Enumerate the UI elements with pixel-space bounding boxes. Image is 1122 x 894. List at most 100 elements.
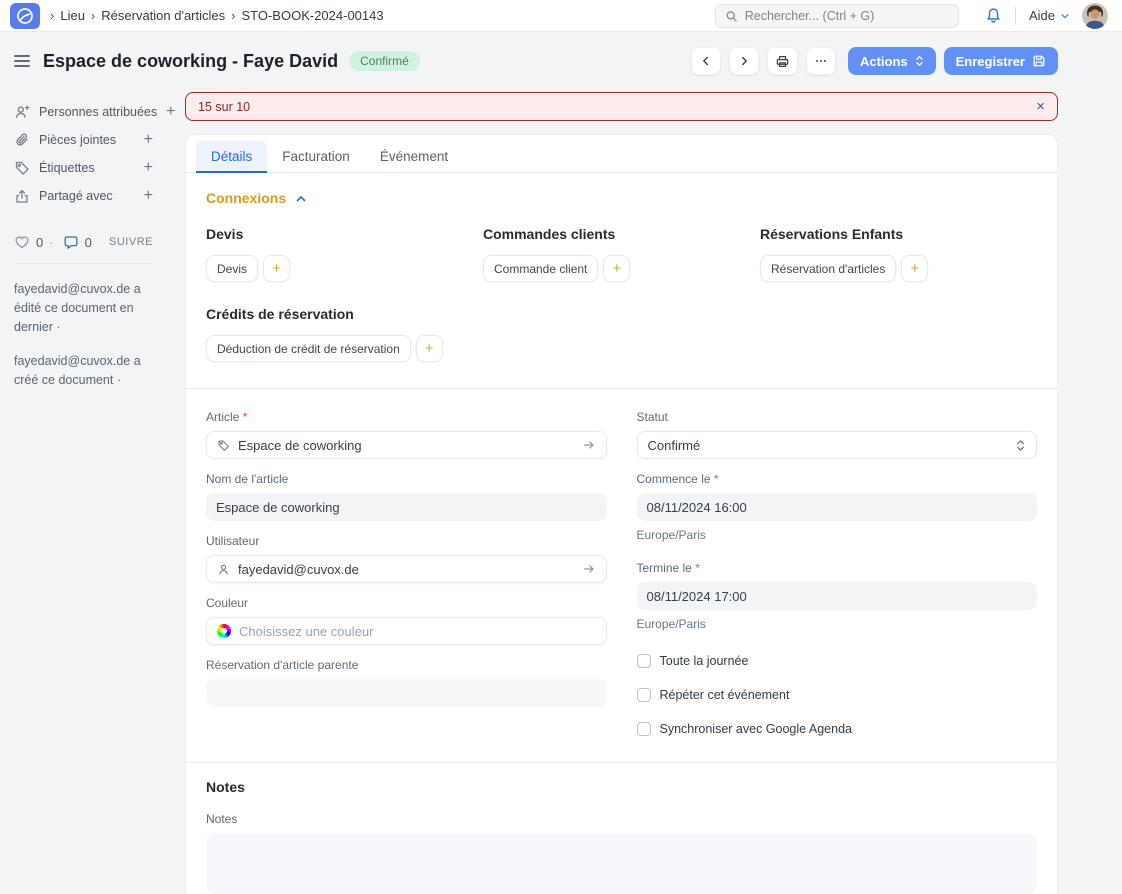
bell-icon [985,7,1002,24]
top-navbar: › Lieu › Réservation d'articles › STO-BO… [0,0,1122,32]
search-input[interactable] [745,9,949,23]
add-assignment-button[interactable]: + [166,104,175,120]
add-commande-client-button[interactable]: + [603,255,630,282]
user-link-input[interactable]: fayedavid@cuvox.de [206,555,607,583]
help-menu-button[interactable]: Aide [1029,8,1070,23]
add-reservation-articles-button[interactable]: + [901,255,928,282]
sidebar-item-label: Pièces jointes [39,133,116,147]
avatar-photo [1082,3,1108,29]
open-credit-deduction-button[interactable]: Déduction de crédit de réservation [206,335,411,362]
sidebar-item-attachments: Pièces jointes + [14,126,153,154]
save-button[interactable]: Enregistrer [944,47,1058,75]
tab-bar: Détails Facturation Événement [186,135,1057,173]
tab-details[interactable]: Détails [196,141,267,172]
printer-icon [775,54,790,69]
ends-on-input[interactable]: 08/11/2024 17:00 [637,582,1038,610]
field-user: Utilisateur fayedavid@cuvox.de [206,534,607,583]
color-picker-input[interactable]: Choisissez une couleur [206,617,607,645]
notes-textarea[interactable] [206,834,1037,894]
follow-button[interactable]: SUIVRE [109,236,153,248]
notifications-bell-button[interactable] [985,7,1002,24]
breadcrumb-item-doctype[interactable]: Réservation d'articles [101,8,225,23]
print-button[interactable] [767,47,798,75]
sync-google-checkbox[interactable] [637,722,651,736]
save-button-label: Enregistrer [956,54,1025,69]
starts-on-input[interactable]: 08/11/2024 16:00 [637,493,1038,521]
field-label-item-name: Nom de l'article [206,472,607,486]
notes-section-title: Notes [206,779,1037,795]
form-left-column: Article * Espace de coworking [206,397,607,736]
validation-alert: 15 sur 10 × [185,92,1058,121]
breadcrumb-item-docname[interactable]: STO-BOOK-2024-00143 [241,8,383,23]
add-devis-button[interactable]: + [263,255,290,282]
section-divider [186,762,1057,763]
field-color: Couleur Choisissez une couleur [206,596,607,645]
status-select[interactable]: Confirmé [637,431,1038,459]
add-attachment-button[interactable]: + [144,132,153,148]
actions-button[interactable]: Actions [848,47,936,75]
ellipsis-icon [814,54,828,68]
all-day-label: Toute la journée [660,654,749,668]
user-value: fayedavid@cuvox.de [238,562,359,577]
field-article: Article * Espace de coworking [206,410,607,459]
select-stepper-icon [915,55,924,67]
open-reservation-articles-button[interactable]: Réservation d'articles [760,255,896,282]
arrow-right-icon[interactable] [582,438,596,452]
sidebar-item-label: Partagé avec [39,189,113,203]
item-name-input[interactable]: Espace de coworking [206,493,607,521]
user-avatar[interactable] [1082,3,1108,29]
help-label: Aide [1029,8,1055,23]
add-credit-deduction-button[interactable]: + [416,335,443,362]
next-document-button[interactable] [729,47,759,75]
last-modified-text: fayedavid@cuvox.de a édité ce document e… [14,280,153,336]
connection-group-title: Commandes clients [483,226,760,242]
field-item-name: Nom de l'article Espace de coworking [206,472,607,521]
starts-on-value: 08/11/2024 16:00 [647,500,747,515]
sidebar: Personnes attribuées + Pièces jointes + … [0,90,185,894]
arrow-right-icon[interactable] [582,562,596,576]
open-commande-client-button[interactable]: Commande client [483,255,598,282]
checkbox-all-day: Toute la journée [637,654,1038,668]
color-wheel-icon [217,624,231,638]
sidebar-item-label: Étiquettes [39,161,95,175]
prev-document-button[interactable] [691,47,721,75]
sidebar-item-assigned: Personnes attribuées + [14,98,153,126]
comment-icon[interactable] [63,234,79,250]
actions-button-label: Actions [860,54,908,69]
navbar-divider [1015,7,1016,25]
article-value: Espace de coworking [238,438,362,453]
breadcrumb-separator: › [91,8,95,23]
repeat-event-checkbox[interactable] [637,688,651,702]
app-logo[interactable] [10,3,40,29]
breadcrumb-item-lieu[interactable]: Lieu [60,8,85,23]
all-day-checkbox[interactable] [637,654,651,668]
global-search[interactable] [715,4,959,28]
menu-icon[interactable] [14,51,30,71]
field-label-article: Article [206,410,239,424]
form-right-column: Statut Confirmé Commence le [637,397,1038,736]
paperclip-icon [14,132,30,148]
color-placeholder: Choisissez une couleur [239,624,373,639]
article-link-input[interactable]: Espace de coworking [206,431,607,459]
breadcrumb-separator: › [50,8,54,23]
more-options-button[interactable] [806,47,836,75]
connection-group-title: Devis [206,226,483,242]
heart-icon[interactable] [14,234,30,250]
tab-facturation[interactable]: Facturation [267,141,365,172]
save-icon [1032,54,1046,68]
parent-booking-input[interactable] [206,679,607,707]
close-icon[interactable]: × [1036,99,1045,114]
tab-evenement[interactable]: Événement [365,141,463,172]
sidebar-item-label: Personnes attribuées [39,105,157,119]
item-name-value: Espace de coworking [216,500,340,515]
share-icon [14,188,30,204]
open-devis-button[interactable]: Devis [206,255,258,282]
add-tag-button[interactable]: + [144,160,153,176]
add-share-button[interactable]: + [144,188,153,204]
connections-section-head: Connexions [206,190,1037,206]
required-marker: * [714,472,719,486]
likes-count: 0 [36,235,43,250]
chevron-left-icon [699,54,713,68]
logo-swirl-icon [15,6,35,26]
chevron-up-icon[interactable] [295,193,307,205]
